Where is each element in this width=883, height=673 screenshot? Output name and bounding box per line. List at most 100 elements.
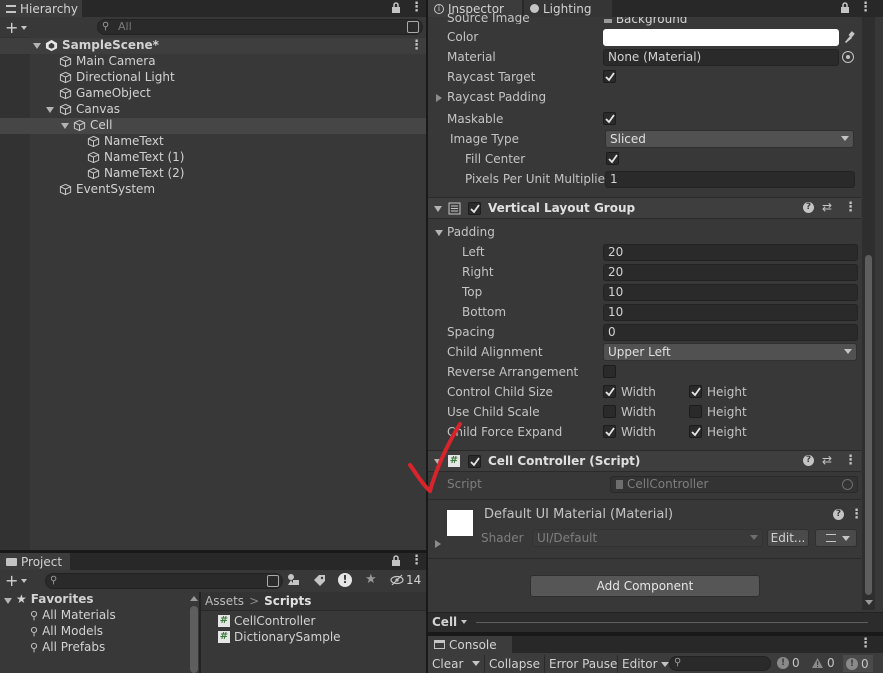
- clear-options-dropdown[interactable]: [472, 661, 480, 666]
- padding-expand-arrow[interactable]: [435, 230, 443, 236]
- scene-item[interactable]: SampleScene*: [45, 38, 159, 52]
- canvas-expand-arrow[interactable]: [46, 107, 54, 113]
- material-swatch[interactable]: [447, 510, 473, 536]
- source-image-field[interactable]: Background: [604, 17, 856, 26]
- material-expand-arrow[interactable]: [435, 540, 441, 548]
- help-icon[interactable]: ?: [803, 202, 814, 213]
- hierarchy-search-input[interactable]: ⚲ All: [97, 19, 423, 35]
- console-log-toggle[interactable]: ! 0: [777, 656, 800, 670]
- vlg-collapse-arrow[interactable]: [434, 206, 442, 212]
- material-menu-icon[interactable]: ⋮: [850, 508, 863, 521]
- help-icon[interactable]: ?: [803, 455, 814, 466]
- raycast-padding-arrow[interactable]: [436, 94, 442, 102]
- tab-console[interactable]: Console: [428, 636, 512, 653]
- vlg-enabled-checkbox[interactable]: [468, 202, 481, 215]
- hierarchy-add-button[interactable]: +: [5, 18, 28, 37]
- breadcrumb-assets[interactable]: Assets: [205, 594, 244, 608]
- favorite-all-models[interactable]: ⚲ All Models: [30, 624, 103, 638]
- console-search-input[interactable]: ⚲: [669, 656, 771, 671]
- hierarchy-item-nametext-1[interactable]: NameText (1): [87, 150, 184, 164]
- favorites-item[interactable]: ★ Favorites: [16, 592, 93, 606]
- inspector-lock-icon[interactable]: [840, 2, 850, 14]
- raycast-target-checkbox[interactable]: [603, 70, 616, 83]
- spacing-field[interactable]: 0: [603, 324, 858, 341]
- padding-bottom-field[interactable]: 10: [603, 304, 858, 321]
- padding-left-field[interactable]: 20: [603, 244, 858, 261]
- fill-center-checkbox[interactable]: [606, 152, 619, 165]
- eyedropper-icon[interactable]: [843, 30, 855, 44]
- material-field[interactable]: None (Material): [603, 49, 839, 66]
- shader-dropdown[interactable]: UI/Default: [532, 529, 763, 547]
- inspector-scroll-down[interactable]: [865, 600, 873, 605]
- hierarchy-item-main-camera[interactable]: Main Camera: [59, 54, 156, 68]
- warning-filter-icon[interactable]: !: [338, 573, 352, 587]
- hierarchy-item-nametext-2[interactable]: NameText (2): [87, 166, 184, 180]
- raycast-padding-label[interactable]: Raycast Padding: [447, 90, 546, 104]
- search-by-type-icon[interactable]: [407, 21, 419, 33]
- child-alignment-dropdown[interactable]: Upper Left: [603, 343, 857, 361]
- project-add-button[interactable]: +: [5, 571, 28, 590]
- filter-by-type-icon[interactable]: [287, 573, 300, 586]
- reverse-arrangement-checkbox[interactable]: [603, 365, 616, 378]
- star-icon[interactable]: ★: [365, 572, 377, 587]
- shader-options-button[interactable]: [815, 529, 857, 547]
- project-menu-icon[interactable]: ⋮: [410, 554, 423, 567]
- padding-right-field[interactable]: 20: [603, 264, 858, 281]
- search-by-type-icon[interactable]: [267, 575, 279, 587]
- project-tree-scrollbar[interactable]: [190, 606, 198, 673]
- hierarchy-item-directional-light[interactable]: Directional Light: [59, 70, 175, 84]
- breadcrumb-scripts[interactable]: Scripts: [264, 594, 311, 608]
- scene-expand-arrow[interactable]: [33, 43, 41, 49]
- hierarchy-item-canvas[interactable]: Canvas: [59, 102, 120, 116]
- ppu-multiplier-field[interactable]: 1: [605, 171, 855, 188]
- padding-label[interactable]: Padding: [447, 225, 495, 239]
- use-scale-width-checkbox[interactable]: [603, 405, 616, 418]
- console-menu-icon[interactable]: ⋮: [859, 637, 872, 650]
- hierarchy-menu-icon[interactable]: ⋮: [410, 1, 423, 14]
- console-error-pause-button[interactable]: Error Pause: [544, 655, 622, 673]
- vlg-menu-icon[interactable]: ⋮: [844, 201, 857, 214]
- padding-top-field[interactable]: 10: [603, 284, 858, 301]
- console-editor-dropdown[interactable]: Editor: [617, 655, 673, 673]
- file-cellcontroller[interactable]: # CellController: [218, 614, 315, 628]
- tab-hierarchy[interactable]: Hierarchy: [0, 0, 82, 17]
- help-icon[interactable]: ?: [833, 509, 844, 520]
- hierarchy-item-eventsystem[interactable]: EventSystem: [59, 182, 155, 196]
- force-expand-width-checkbox[interactable]: [603, 425, 616, 438]
- image-type-dropdown[interactable]: Sliced: [605, 130, 854, 148]
- console-collapse-button[interactable]: Collapse: [484, 655, 544, 673]
- color-field[interactable]: [603, 29, 839, 46]
- cell-controller-menu-icon[interactable]: ⋮: [844, 454, 857, 467]
- file-dictionarysample[interactable]: # DictionarySample: [218, 630, 341, 644]
- hierarchy-item-gameobject[interactable]: GameObject: [59, 86, 151, 100]
- scene-menu-icon[interactable]: ⋮: [410, 39, 423, 52]
- object-picker-icon[interactable]: [842, 51, 854, 63]
- hierarchy-item-cell[interactable]: Cell: [73, 118, 112, 132]
- favorite-all-prefabs[interactable]: ⚲ All Prefabs: [30, 640, 105, 654]
- force-expand-height-checkbox[interactable]: [689, 425, 702, 438]
- tab-lighting[interactable]: Lighting: [524, 0, 612, 17]
- use-scale-height-checkbox[interactable]: [689, 405, 702, 418]
- hidden-packages-toggle[interactable]: 14: [390, 573, 421, 587]
- control-size-width-checkbox[interactable]: [603, 385, 616, 398]
- hierarchy-item-nametext[interactable]: NameText: [87, 134, 164, 148]
- inspector-menu-icon[interactable]: ⋮: [859, 1, 872, 14]
- cell-controller-header[interactable]: # Cell Controller (Script) ? ⇄ ⋮: [428, 450, 861, 472]
- add-component-button[interactable]: Add Component: [530, 575, 760, 597]
- console-clear-button[interactable]: Clear: [428, 655, 468, 673]
- lock-icon[interactable]: [391, 2, 401, 14]
- tag-icon[interactable]: [313, 574, 326, 586]
- presets-icon[interactable]: ⇄: [822, 200, 832, 214]
- inspector-footer-dropdown[interactable]: Cell: [432, 615, 468, 629]
- tab-project[interactable]: Project: [0, 553, 70, 570]
- cell-expand-arrow[interactable]: [61, 123, 69, 129]
- project-tree-scroll-up[interactable]: [190, 596, 198, 601]
- presets-icon[interactable]: ⇄: [822, 453, 832, 467]
- inspector-scrollbar-thumb[interactable]: [865, 255, 872, 595]
- favorites-expand-arrow[interactable]: [4, 598, 12, 604]
- console-warning-toggle[interactable]: 0: [811, 656, 835, 670]
- control-size-height-checkbox[interactable]: [689, 385, 702, 398]
- maskable-checkbox[interactable]: [603, 112, 616, 125]
- favorite-all-materials[interactable]: ⚲ All Materials: [30, 608, 116, 622]
- project-lock-icon[interactable]: [391, 555, 401, 567]
